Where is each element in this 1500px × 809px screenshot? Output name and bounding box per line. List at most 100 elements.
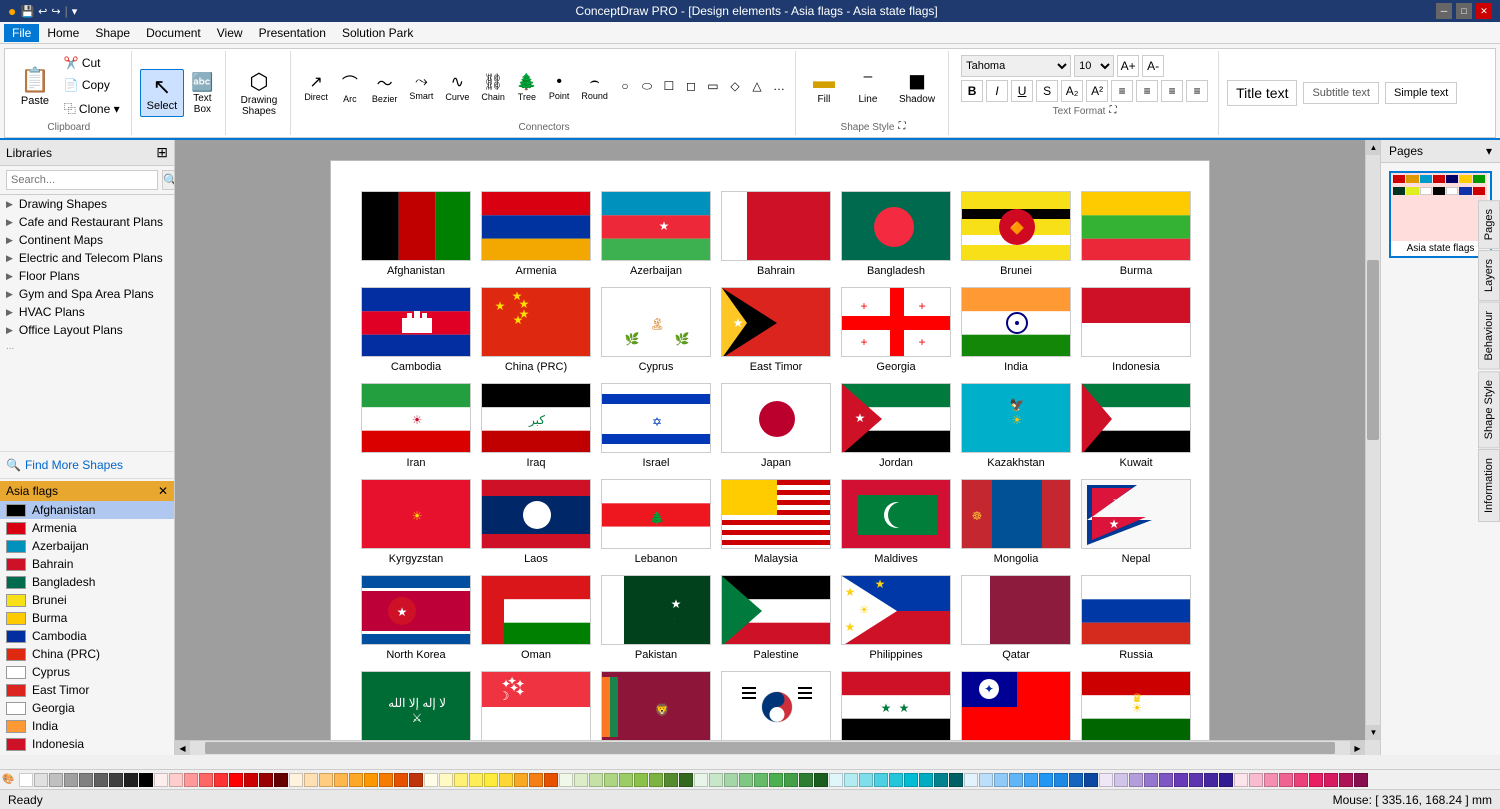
- color-swatch[interactable]: [439, 773, 453, 787]
- color-swatch[interactable]: [814, 773, 828, 787]
- shape-more[interactable]: …: [769, 77, 789, 96]
- sidebar-flag-indonesia[interactable]: Indonesia: [0, 735, 174, 753]
- flag-cell-cambodia[interactable]: Cambodia: [361, 287, 471, 373]
- color-swatch[interactable]: [784, 773, 798, 787]
- sidebar-flag-armenia[interactable]: Armenia: [0, 519, 174, 537]
- tab-pages[interactable]: Pages: [1478, 200, 1500, 249]
- color-swatch[interactable]: [994, 773, 1008, 787]
- underline-button[interactable]: U: [1011, 80, 1033, 102]
- flag-cell-cyprus[interactable]: 🏝🌿🌿Cyprus: [601, 287, 711, 373]
- flag-cell-iraq[interactable]: كبرIraq: [481, 383, 591, 469]
- color-swatch[interactable]: [199, 773, 213, 787]
- pages-options[interactable]: ▾: [1486, 144, 1492, 158]
- flag-cell-taiwan[interactable]: ✦Taiwan: [961, 671, 1071, 740]
- tree-button[interactable]: 🌲 Tree: [512, 69, 542, 105]
- flag-cell-philippines[interactable]: ☀★★★Philippines: [841, 575, 951, 661]
- color-swatch[interactable]: [889, 773, 903, 787]
- flag-cell-kyrgyzstan[interactable]: ☀Kyrgyzstan: [361, 479, 471, 565]
- maximize-button[interactable]: □: [1456, 3, 1472, 19]
- color-swatch[interactable]: [49, 773, 63, 787]
- flag-cell-iran[interactable]: ☀Iran: [361, 383, 471, 469]
- lib-electric[interactable]: ▶ Electric and Telecom Plans: [0, 249, 174, 267]
- search-input[interactable]: [6, 170, 158, 190]
- color-swatch[interactable]: [319, 773, 333, 787]
- line-button[interactable]: ⁻ Line: [848, 63, 888, 110]
- color-swatch[interactable]: [649, 773, 663, 787]
- color-swatch[interactable]: [1279, 773, 1293, 787]
- flag-cell-mongolia[interactable]: ☸Mongolia: [961, 479, 1071, 565]
- color-swatch[interactable]: [1324, 773, 1338, 787]
- quick-access-undo[interactable]: ↩: [38, 5, 47, 18]
- chain-button[interactable]: ⛓ Chain: [476, 69, 510, 105]
- color-swatch[interactable]: [1114, 773, 1128, 787]
- direct-button[interactable]: ↗ Direct: [299, 69, 333, 105]
- color-swatch[interactable]: [754, 773, 768, 787]
- scroll-thumb[interactable]: [1367, 260, 1379, 440]
- color-swatch[interactable]: [424, 773, 438, 787]
- flag-cell-sri-lanka[interactable]: 🦁Sri Lanka: [601, 671, 711, 740]
- menu-document[interactable]: Document: [138, 24, 209, 42]
- color-swatch[interactable]: [379, 773, 393, 787]
- color-swatch[interactable]: [934, 773, 948, 787]
- menu-file[interactable]: File: [4, 24, 39, 42]
- lib-continent[interactable]: ▶ Continent Maps: [0, 231, 174, 249]
- color-swatch[interactable]: [769, 773, 783, 787]
- color-swatch[interactable]: [1249, 773, 1263, 787]
- color-swatch[interactable]: [499, 773, 513, 787]
- align-center[interactable]: ≡: [1136, 80, 1158, 102]
- flag-cell-bangladesh[interactable]: Bangladesh: [841, 191, 951, 277]
- flag-cell-nepal[interactable]: ☽★Nepal: [1081, 479, 1191, 565]
- sidebar-flag-iran[interactable]: Iran: [0, 753, 174, 755]
- color-swatch[interactable]: [334, 773, 348, 787]
- color-swatch[interactable]: [349, 773, 363, 787]
- sidebar-flag-cyprus[interactable]: Cyprus: [0, 663, 174, 681]
- flag-cell-russia[interactable]: Russia: [1081, 575, 1191, 661]
- color-swatch[interactable]: [1054, 773, 1068, 787]
- sidebar-flag-brunei[interactable]: Brunei: [0, 591, 174, 609]
- canvas[interactable]: AfghanistanArmenia★AzerbaijanBahrainBang…: [330, 160, 1210, 740]
- color-swatch[interactable]: [1084, 773, 1098, 787]
- scroll-left-arrow[interactable]: ◀: [175, 741, 190, 755]
- horizontal-scrollbar[interactable]: ◀ ▶: [175, 740, 1365, 755]
- color-swatch[interactable]: [559, 773, 573, 787]
- shape-ellipse[interactable]: ⬭: [637, 77, 657, 96]
- color-swatch[interactable]: [514, 773, 528, 787]
- sidebar-flag-bangladesh[interactable]: Bangladesh: [0, 573, 174, 591]
- color-swatch[interactable]: [454, 773, 468, 787]
- color-swatch[interactable]: [544, 773, 558, 787]
- flag-cell-indonesia[interactable]: Indonesia: [1081, 287, 1191, 373]
- sidebar-flag-india[interactable]: India: [0, 717, 174, 735]
- color-swatch[interactable]: [124, 773, 138, 787]
- lib-drawing-shapes[interactable]: ▶ Drawing Shapes: [0, 195, 174, 213]
- color-swatch[interactable]: [799, 773, 813, 787]
- shape-diamond[interactable]: ◇: [725, 77, 745, 96]
- flag-cell-jordan[interactable]: ★Jordan: [841, 383, 951, 469]
- color-swatch[interactable]: [484, 773, 498, 787]
- subtitle-text-style[interactable]: Subtitle text: [1303, 82, 1378, 104]
- canvas-area[interactable]: AfghanistanArmenia★AzerbaijanBahrainBang…: [175, 140, 1380, 755]
- scroll-down-arrow[interactable]: ▼: [1366, 725, 1380, 740]
- tab-information[interactable]: Information: [1478, 449, 1500, 522]
- color-swatch[interactable]: [1144, 773, 1158, 787]
- strikethrough-button[interactable]: S: [1036, 80, 1058, 102]
- fill-button[interactable]: ▬ Fill: [804, 63, 844, 110]
- flag-cell-lebanon[interactable]: 🌲Lebanon: [601, 479, 711, 565]
- color-swatch[interactable]: [139, 773, 153, 787]
- color-swatch[interactable]: [1354, 773, 1368, 787]
- color-swatch[interactable]: [694, 773, 708, 787]
- color-swatch[interactable]: [64, 773, 78, 787]
- color-swatch[interactable]: [949, 773, 963, 787]
- title-text-style[interactable]: Title text: [1227, 80, 1297, 106]
- flag-cell-kuwait[interactable]: Kuwait: [1081, 383, 1191, 469]
- point-button[interactable]: • Point: [544, 70, 575, 104]
- lib-hvac[interactable]: ▶ HVAC Plans: [0, 303, 174, 321]
- menu-solution-park[interactable]: Solution Park: [334, 24, 421, 42]
- color-swatch[interactable]: [289, 773, 303, 787]
- flag-cell-maldives[interactable]: Maldives: [841, 479, 951, 565]
- color-swatch[interactable]: [169, 773, 183, 787]
- color-swatch[interactable]: [589, 773, 603, 787]
- color-swatch[interactable]: [1129, 773, 1143, 787]
- sidebar-flag-bahrain[interactable]: Bahrain: [0, 555, 174, 573]
- sidebar-flag-burma[interactable]: Burma: [0, 609, 174, 627]
- hscroll-thumb[interactable]: [205, 742, 1335, 754]
